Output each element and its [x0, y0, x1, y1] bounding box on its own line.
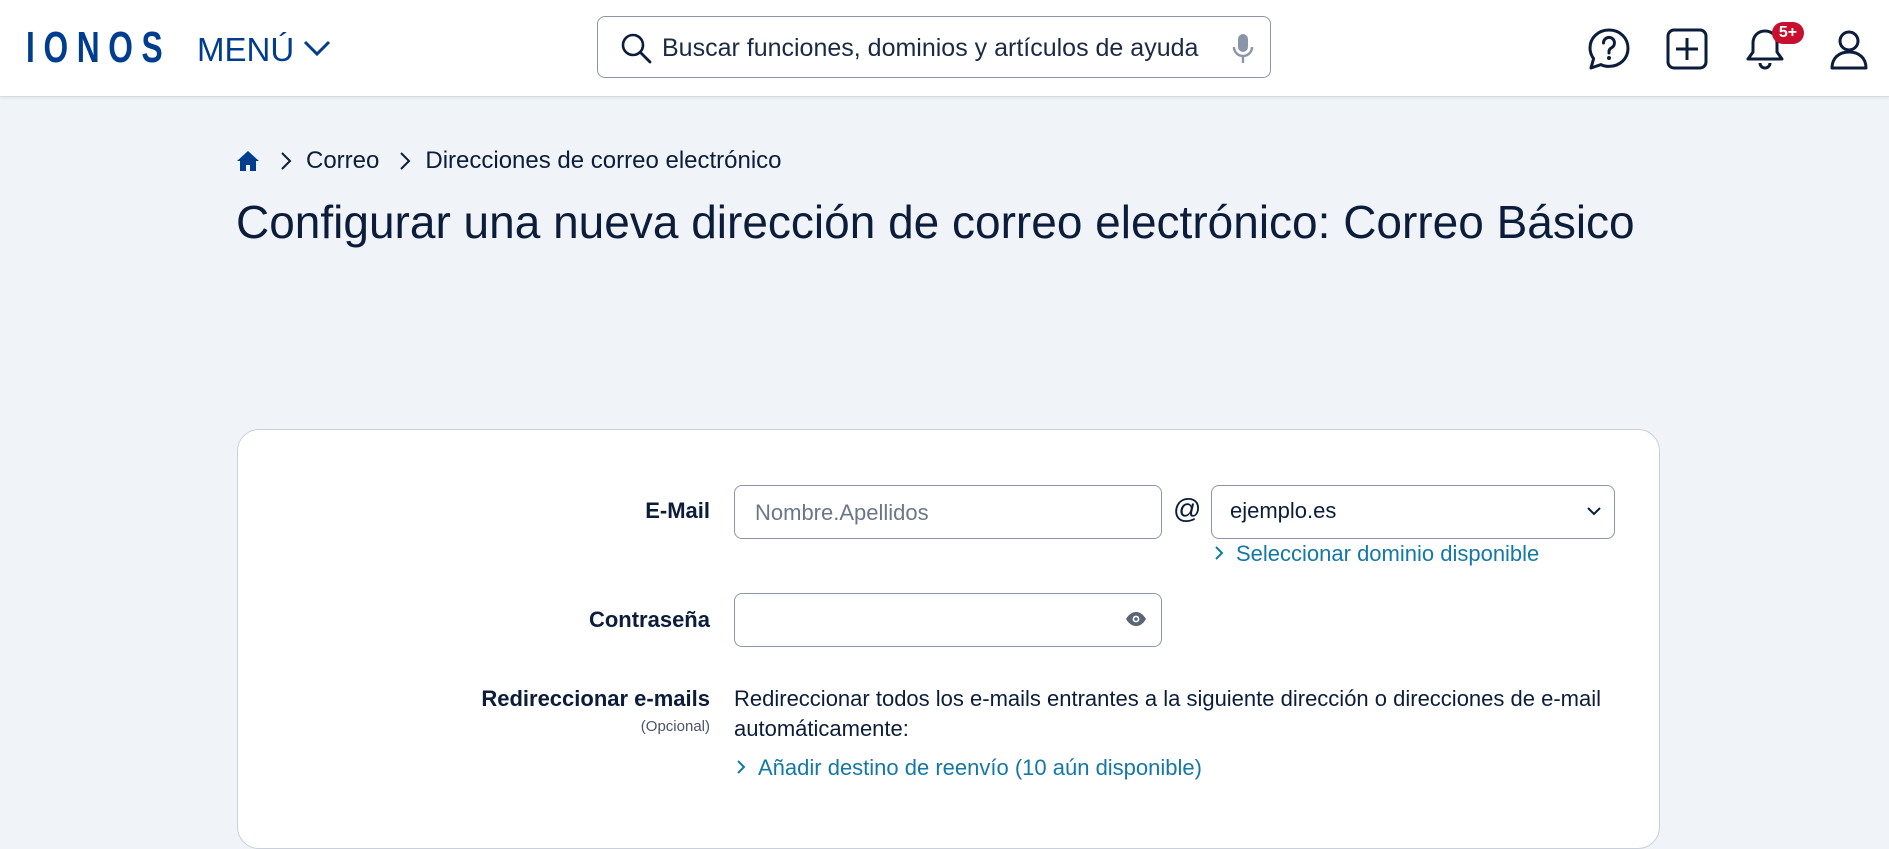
- password-field[interactable]: [734, 593, 1162, 647]
- menu-label: MENÚ: [197, 31, 295, 68]
- password-input[interactable]: [753, 604, 1117, 638]
- redirect-label: Redireccionar e-mails: [481, 686, 710, 711]
- search-icon: [620, 32, 652, 69]
- password-label: Contraseña: [588, 607, 710, 632]
- page-title: Configurar una nueva dirección de correo…: [236, 196, 1635, 248]
- chevron-right-icon: [736, 755, 746, 781]
- email-label: E-Mail: [645, 498, 710, 523]
- select-domain-link[interactable]: Seleccionar dominio disponible: [1214, 541, 1539, 567]
- chevron-right-icon: [280, 151, 292, 171]
- add-icon[interactable]: [1664, 26, 1710, 72]
- breadcrumb: Correo Direcciones de correo electrónico: [236, 146, 782, 176]
- notification-badge: 5+: [1772, 22, 1804, 44]
- help-chat-icon[interactable]: [1586, 26, 1632, 72]
- chevron-down-icon: [1586, 504, 1602, 522]
- email-input[interactable]: [753, 496, 1137, 530]
- redirect-optional-label: (Opcional): [640, 718, 710, 735]
- main-menu-button[interactable]: MENÚ: [197, 30, 332, 70]
- logo-text: IONOS: [26, 23, 172, 72]
- eye-icon[interactable]: [1125, 611, 1147, 632]
- domain-select-value: ejemplo.es: [1230, 498, 1337, 523]
- at-symbol: @: [1173, 493, 1202, 524]
- breadcrumb-item-correo[interactable]: Correo: [306, 147, 379, 175]
- select-domain-link-label: Seleccionar dominio disponible: [1236, 541, 1540, 566]
- search-input[interactable]: [660, 27, 1224, 69]
- user-icon[interactable]: [1826, 26, 1872, 72]
- add-forward-link[interactable]: Añadir destino de reenvío (10 aún dispon…: [736, 755, 1202, 781]
- top-bar: IONOS MENÚ 5+: [0, 0, 1889, 97]
- domain-select[interactable]: ejemplo.es: [1211, 485, 1615, 539]
- add-forward-link-label: Añadir destino de reenvío (10 aún dispon…: [758, 755, 1202, 780]
- redirect-description: Redireccionar todos los e-mails entrante…: [734, 686, 1601, 741]
- chevron-right-icon: [1214, 541, 1224, 567]
- home-icon[interactable]: [236, 150, 260, 172]
- email-field[interactable]: [734, 485, 1162, 539]
- microphone-icon[interactable]: [1232, 33, 1254, 70]
- chevron-right-icon: [399, 151, 411, 171]
- chevron-down-icon: [302, 38, 332, 63]
- search-bar[interactable]: [597, 16, 1271, 78]
- breadcrumb-item-direcciones[interactable]: Direcciones de correo electrónico: [425, 147, 781, 175]
